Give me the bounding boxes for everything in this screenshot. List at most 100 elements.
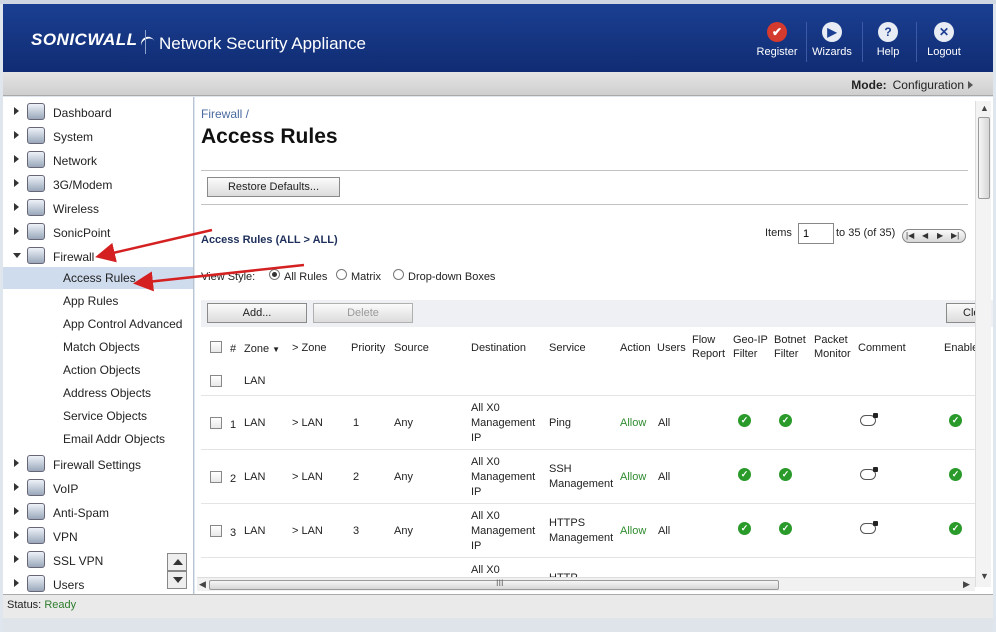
sidebar-scroll-down-button[interactable] — [167, 571, 187, 589]
check-icon[interactable]: ✓ — [949, 414, 962, 427]
sidebar-subitem-access-rules[interactable]: Access Rules — [3, 267, 193, 289]
sidebar-item-firewall[interactable]: Firewall — [3, 245, 193, 267]
pagination-controls[interactable]: |◀ ◀ ▶ ▶| — [902, 229, 966, 243]
col-header-service[interactable]: Service — [549, 341, 586, 355]
col-header-action[interactable]: Action — [620, 341, 651, 355]
items-range: to 35 (of 35) — [836, 227, 896, 239]
col-header-source[interactable]: Source — [394, 341, 429, 355]
register-button[interactable]: ✔ Register — [753, 22, 801, 58]
firewall-icon — [27, 247, 45, 264]
sidebar-scroll-up-button[interactable] — [167, 553, 187, 571]
col-header-destination[interactable]: Destination — [471, 341, 526, 355]
horizontal-scrollbar[interactable]: ◀ III ▶ — [197, 577, 975, 591]
expand-arrow-icon[interactable] — [14, 155, 19, 163]
wizards-button[interactable]: ▶ Wizards — [808, 22, 856, 58]
sidebar-subitem-service-objects[interactable]: Service Objects — [3, 405, 193, 427]
sidebar-item-vpn[interactable]: VPN — [3, 525, 193, 547]
expand-arrow-icon[interactable] — [14, 579, 19, 587]
row-checkbox[interactable] — [210, 417, 222, 429]
sidebar-subitem-app-rules[interactable]: App Rules — [3, 290, 193, 312]
sort-desc-icon: ▼ — [272, 345, 281, 354]
items-page-input[interactable] — [798, 223, 834, 244]
header-separator — [862, 22, 863, 62]
row-destination: All X0 Management IP — [471, 456, 536, 498]
group-lan-checkbox[interactable] — [210, 375, 222, 387]
app-header: SONICWALL Network Security Appliance ✔ R… — [3, 4, 993, 72]
sidebar-item-firewall-settings[interactable]: Firewall Settings — [3, 453, 193, 475]
scroll-up-icon[interactable]: ▲ — [980, 103, 989, 113]
col-header-zone-from[interactable]: Zone ▼ — [244, 342, 280, 357]
collapse-arrow-icon[interactable] — [13, 253, 21, 258]
check-icon: ✓ — [779, 522, 792, 535]
sidebar-item-network[interactable]: Network — [3, 149, 193, 171]
sidebar-item-voip[interactable]: VoIP — [3, 477, 193, 499]
view-all-rules-radio[interactable] — [269, 269, 280, 280]
sidebar-item-sonicpoint[interactable]: SonicPoint — [3, 221, 193, 243]
expand-arrow-icon[interactable] — [14, 203, 19, 211]
expand-arrow-icon[interactable] — [14, 459, 19, 467]
expand-arrow-icon[interactable] — [14, 131, 19, 139]
sidebar-subitem-match-objects[interactable]: Match Objects — [3, 336, 193, 358]
view-dropdown-label[interactable]: Drop-down Boxes — [408, 271, 495, 283]
delete-button[interactable]: Delete — [313, 303, 413, 323]
sidebar-item-dashboard[interactable]: Dashboard — [3, 101, 193, 123]
row-priority: 3 — [353, 525, 360, 537]
sidebar-subitem-app-control-advanced[interactable]: App Control Advanced — [3, 313, 193, 335]
sidebar-item-anti-spam[interactable]: Anti-Spam — [3, 501, 193, 523]
col-header-zone-to[interactable]: > Zone — [292, 341, 327, 355]
section-title: Access Rules (ALL > ALL) — [201, 234, 338, 246]
vpn-icon — [27, 527, 45, 544]
expand-arrow-icon[interactable] — [14, 179, 19, 187]
scroll-left-icon[interactable]: ◀ — [199, 579, 206, 590]
expand-arrow-icon[interactable] — [14, 531, 19, 539]
scroll-down-icon[interactable]: ▼ — [980, 571, 989, 581]
view-all-rules-label[interactable]: All Rules — [284, 271, 327, 283]
voip-icon — [27, 479, 45, 496]
sidebar-subitem-address-objects[interactable]: Address Objects — [3, 382, 193, 404]
comment-icon[interactable] — [860, 413, 878, 426]
sidebar-item-wireless[interactable]: Wireless — [3, 197, 193, 219]
prev-page-icon[interactable]: ◀ — [922, 231, 928, 240]
sidebar-item-3g-modem[interactable]: 3G/Modem — [3, 173, 193, 195]
restore-defaults-button[interactable]: Restore Defaults... — [207, 177, 340, 197]
view-matrix-radio[interactable] — [336, 269, 347, 280]
sidebar-item-ssl-vpn[interactable]: SSL VPN — [3, 549, 193, 571]
horizontal-scroll-thumb[interactable]: III — [209, 578, 779, 590]
expand-arrow-icon[interactable] — [14, 107, 19, 115]
check-icon: ✓ — [738, 414, 751, 427]
page-title: Access Rules — [201, 125, 338, 148]
status-bar: Status: Ready — [3, 594, 993, 618]
view-dropdown-radio[interactable] — [393, 269, 404, 280]
expand-arrow-icon[interactable] — [14, 483, 19, 491]
sidebar-item-system[interactable]: System — [3, 125, 193, 147]
comment-icon[interactable] — [860, 521, 878, 534]
help-button[interactable]: ? Help — [864, 22, 912, 58]
row-action: Allow — [620, 525, 647, 537]
vertical-scroll-thumb[interactable] — [978, 117, 990, 199]
select-all-checkbox[interactable] — [210, 341, 222, 353]
sidebar-subitem-action-objects[interactable]: Action Objects — [3, 359, 193, 381]
row-checkbox[interactable] — [210, 471, 222, 483]
check-icon[interactable]: ✓ — [949, 468, 962, 481]
view-matrix-label[interactable]: Matrix — [351, 271, 381, 283]
col-header-priority[interactable]: Priority — [351, 341, 385, 355]
next-page-icon[interactable]: ▶ — [937, 231, 943, 240]
vertical-scrollbar[interactable]: ▲ ▼ — [975, 101, 991, 587]
expand-arrow-icon[interactable] — [14, 227, 19, 235]
sidebar-subitem-email-addr-objects[interactable]: Email Addr Objects — [3, 428, 193, 450]
scroll-right-icon[interactable]: ▶ — [963, 579, 970, 590]
col-header-users[interactable]: Users — [657, 341, 686, 355]
logout-button[interactable]: ✕ Logout — [920, 22, 968, 58]
breadcrumb[interactable]: Firewall / — [201, 107, 249, 121]
add-button[interactable]: Add... — [207, 303, 307, 323]
expand-arrow-icon[interactable] — [14, 507, 19, 515]
last-page-icon[interactable]: ▶| — [951, 231, 959, 240]
divider — [201, 170, 968, 171]
first-page-icon[interactable]: |◀ — [906, 231, 914, 240]
mode-selector[interactable]: Mode: Configuration — [851, 78, 973, 92]
row-checkbox[interactable] — [210, 525, 222, 537]
comment-icon[interactable] — [860, 467, 878, 480]
check-icon[interactable]: ✓ — [949, 522, 962, 535]
sidebar-item-users[interactable]: Users — [3, 573, 193, 594]
expand-arrow-icon[interactable] — [14, 555, 19, 563]
